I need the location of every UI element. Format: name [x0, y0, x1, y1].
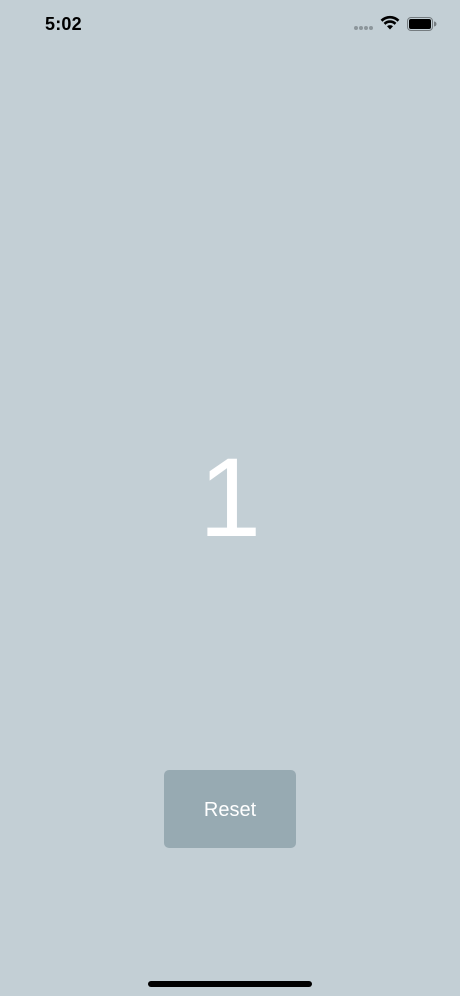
- home-indicator[interactable]: [148, 981, 312, 987]
- wifi-icon: [380, 15, 400, 30]
- reset-button[interactable]: Reset: [164, 770, 296, 848]
- status-time: 5:02: [45, 14, 82, 34]
- app-screen: 5:02 1 Reset: [0, 0, 460, 996]
- cellular-signal-icon: [354, 26, 374, 31]
- battery-icon: [407, 17, 437, 31]
- status-bar: 5:02: [0, 0, 460, 50]
- counter-value: 1: [198, 435, 262, 560]
